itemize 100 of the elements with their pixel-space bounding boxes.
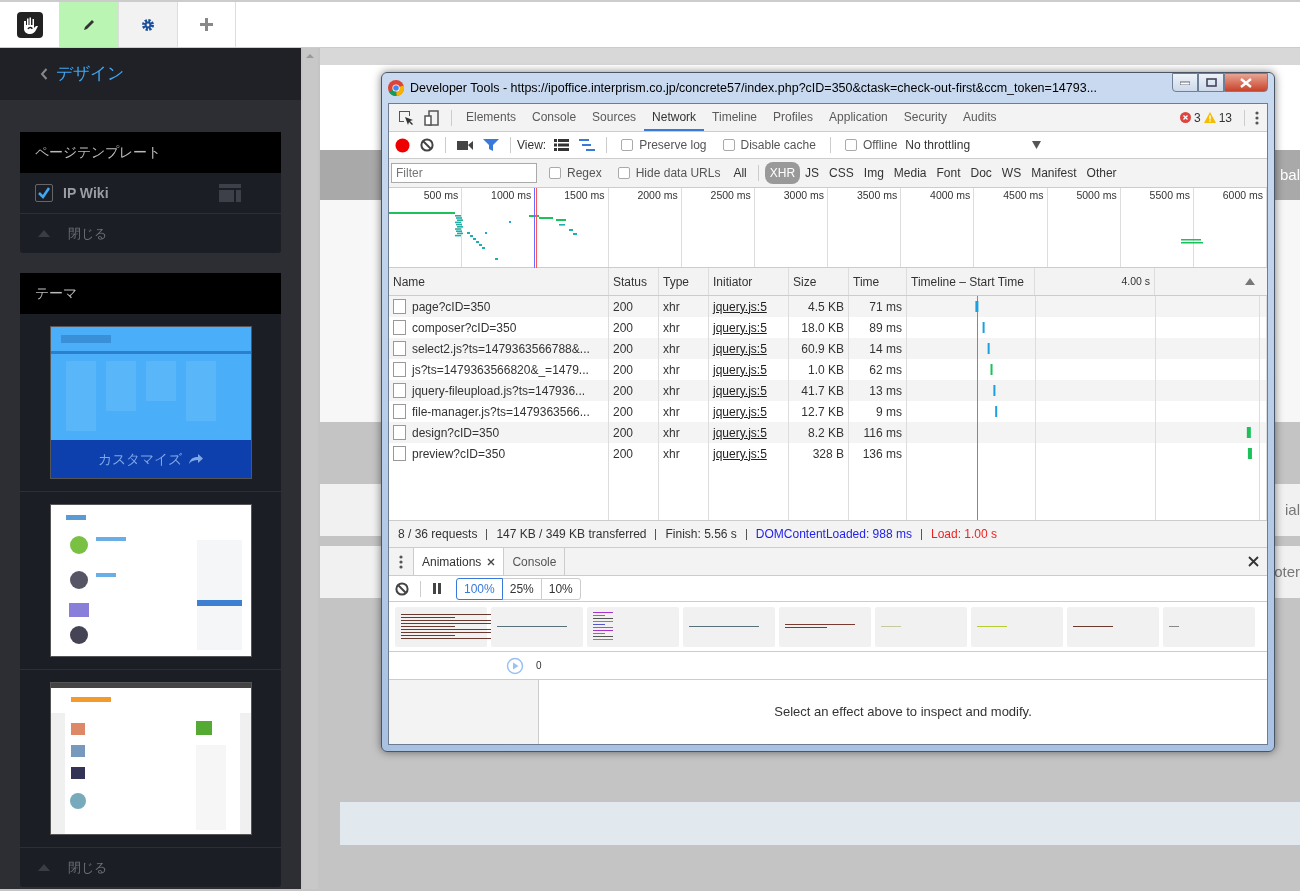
pause-button[interactable] [432, 583, 442, 594]
warning-count: 13 [1218, 109, 1232, 127]
filter-type[interactable]: Media [888, 162, 932, 184]
initiator-link[interactable]: jquery.js:5 [713, 444, 767, 463]
customize-button[interactable]: カスタマイズ [50, 440, 251, 478]
column-header[interactable]: Initiator [709, 268, 789, 295]
table-cell-text: js?ts=1479363566820&_=1479... [412, 361, 589, 379]
view-label: View: [517, 137, 547, 154]
table-cell: 200 [609, 443, 659, 464]
initiator-link[interactable]: jquery.js:5 [713, 297, 767, 316]
chevron-left-icon[interactable] [40, 68, 48, 80]
filter-type[interactable]: JS [800, 162, 825, 184]
tab[interactable]: Sources [584, 104, 645, 131]
initiator-link[interactable]: jquery.js:5 [713, 381, 767, 400]
initiator-link[interactable]: jquery.js:5 [713, 423, 767, 442]
minimize-button[interactable] [1172, 73, 1198, 92]
error-count: 3 [1193, 109, 1201, 127]
tab[interactable]: Audits [955, 104, 1005, 131]
filter-type[interactable]: WS [996, 162, 1027, 184]
tab[interactable]: Application [821, 104, 896, 131]
throttling-dropdown[interactable]: No throttling [905, 136, 971, 154]
checkbox[interactable] [35, 184, 53, 202]
maximize-button[interactable] [1198, 73, 1224, 92]
error-icon [1179, 112, 1191, 123]
settings-button[interactable] [118, 2, 177, 47]
clear-button[interactable] [395, 581, 409, 596]
table-cell: 116 ms [849, 422, 907, 443]
tick-label: 1000 ms [491, 189, 532, 201]
checkbox-label: Preserve log [639, 137, 707, 154]
table-cell: xhr [659, 338, 709, 359]
tick-label: 1500 ms [564, 189, 605, 201]
tab[interactable]: Elements [458, 104, 525, 131]
preview-lines-drawing [1169, 625, 1179, 628]
scrollbar[interactable] [303, 48, 318, 889]
checkbox[interactable] [722, 139, 735, 151]
checkbox[interactable] [621, 139, 634, 151]
device-icon[interactable] [424, 109, 440, 126]
filter-icon[interactable] [483, 138, 499, 152]
filter-type[interactable]: CSS [824, 162, 859, 184]
column-header[interactable]: Name [389, 268, 609, 295]
file-icon [393, 383, 406, 398]
column-header[interactable]: Type [659, 268, 709, 295]
initiator-link[interactable]: jquery.js:5 [713, 339, 767, 358]
tick-label: 5000 ms [1076, 189, 1117, 201]
file-icon [393, 446, 406, 461]
inspect-icon[interactable] [398, 109, 414, 126]
checkbox[interactable] [549, 167, 561, 179]
initiator-link[interactable]: jquery.js:5 [713, 360, 767, 379]
animation-preview[interactable] [779, 606, 871, 647]
record-button[interactable] [395, 137, 410, 153]
table-cell-text: file-manager.js?ts=1479363566... [412, 403, 590, 421]
tab[interactable]: Timeline [704, 104, 765, 131]
table-cell: 136 ms [849, 443, 907, 464]
close-button[interactable] [1248, 556, 1259, 567]
table-cell-text: select2.js?ts=1479363566788&... [412, 340, 590, 358]
filter-field[interactable]: Filter [391, 163, 537, 183]
checkbox[interactable] [844, 139, 857, 151]
filter-type[interactable]: Manifest [1026, 162, 1082, 184]
filter-type[interactable]: Doc [965, 162, 997, 184]
tab[interactable]: Animations [413, 548, 505, 575]
file-icon [393, 425, 406, 440]
list-view-icon[interactable] [554, 139, 570, 151]
finish-time: Finish: 5.56 s [655, 528, 746, 540]
column-header[interactable]: Timeline – Start Time [907, 268, 1035, 295]
speed-button[interactable]: 10% [540, 577, 581, 600]
filter-type[interactable]: Other [1081, 162, 1122, 184]
tab[interactable]: Console [504, 548, 566, 575]
tab[interactable]: Security [895, 104, 956, 131]
more-icon[interactable] [1255, 110, 1259, 125]
column-header[interactable]: Status [609, 268, 659, 295]
file-icon [393, 320, 406, 335]
sort-icon[interactable] [1245, 278, 1255, 285]
dom-loaded-time: DOMContentLoaded: 988 ms [745, 528, 921, 540]
speed-button[interactable]: 25% [501, 577, 542, 600]
more-icon[interactable] [399, 554, 403, 569]
add-button[interactable] [177, 2, 236, 47]
checkbox-label: Offline [862, 137, 898, 154]
table-cell-text: composer?cID=350 [412, 319, 517, 337]
checkbox[interactable] [617, 167, 630, 179]
initiator-link[interactable]: jquery.js:5 [713, 402, 767, 421]
tab[interactable]: Profiles [765, 104, 822, 131]
column-header[interactable]: Time [849, 268, 907, 295]
speed-button[interactable]: 100% [456, 577, 503, 600]
tick-label: 5500 ms [1149, 189, 1190, 201]
filter-type[interactable]: All [728, 162, 752, 184]
column-header[interactable]: Size [789, 268, 849, 295]
initiator-link[interactable]: jquery.js:5 [713, 318, 767, 337]
back-link[interactable]: デザイン [56, 61, 124, 87]
table-cell: 200 [609, 338, 659, 359]
animation-preview[interactable] [587, 606, 679, 647]
tab[interactable]: Console [524, 104, 585, 131]
maximize-icon [1205, 78, 1217, 87]
video-camera-icon[interactable] [457, 139, 473, 151]
waterfall-view-icon[interactable] [579, 139, 596, 151]
clear-button[interactable] [420, 138, 434, 152]
file-icon [393, 362, 406, 377]
filter-type[interactable]: Font [931, 162, 966, 184]
filter-type[interactable]: Img [858, 162, 889, 184]
close-icon[interactable] [487, 557, 496, 566]
preview-lines-drawing [881, 625, 901, 628]
